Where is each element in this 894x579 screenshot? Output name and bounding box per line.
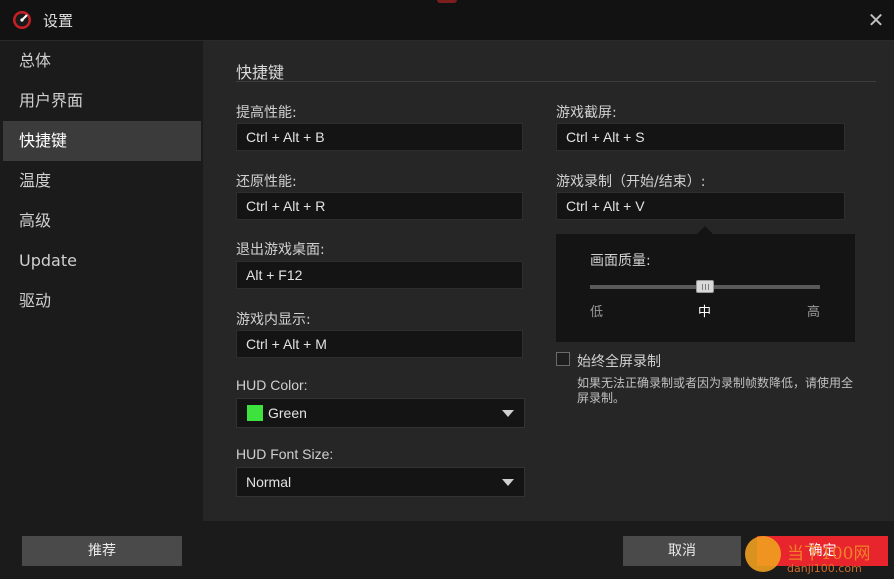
chevron-down-icon — [502, 410, 514, 417]
hotkeys-panel: 快捷键 提高性能: Ctrl + Alt + B 还原性能: Ctrl + Al… — [203, 41, 894, 521]
sidebar-item-temperature[interactable]: 温度 — [3, 161, 201, 201]
title-accent — [437, 0, 457, 3]
footer-bar: 推荐 取消 确定 — [0, 521, 894, 579]
section-divider — [236, 81, 876, 82]
exit-desktop-hotkey-input[interactable]: Alt + F12 — [236, 261, 523, 289]
sidebar-item-general[interactable]: 总体 — [3, 41, 201, 81]
record-hotkey-input[interactable]: Ctrl + Alt + V — [556, 192, 845, 220]
hud-font-size-select[interactable]: Normal — [236, 467, 525, 497]
close-icon[interactable]: ✕ — [864, 8, 888, 32]
quality-tick-medium: 中 — [698, 305, 712, 320]
ok-button[interactable]: 确定 — [757, 536, 888, 566]
sidebar-item-user-interface[interactable]: 用户界面 — [3, 81, 201, 121]
speedometer-icon — [13, 11, 31, 29]
record-label: 游戏录制（开始/结束）: — [556, 174, 706, 190]
hud-font-size-label: HUD Font Size: — [236, 446, 334, 462]
hud-color-value: Green — [268, 405, 307, 421]
hud-color-select[interactable]: Green — [236, 398, 525, 428]
exit-desktop-label: 退出游戏桌面: — [236, 242, 325, 258]
screenshot-hotkey-input[interactable]: Ctrl + Alt + S — [556, 123, 845, 151]
sidebar: 总体 用户界面 快捷键 温度 高级 Update 驱动 — [3, 41, 201, 521]
in-game-display-label: 游戏内显示: — [236, 312, 311, 328]
hud-color-label: HUD Color: — [236, 377, 308, 393]
grip-line — [705, 284, 706, 290]
sidebar-item-advanced[interactable]: 高级 — [3, 201, 201, 241]
boost-hotkey-input[interactable]: Ctrl + Alt + B — [236, 123, 523, 151]
chevron-down-icon — [502, 479, 514, 486]
restore-label: 还原性能: — [236, 174, 297, 190]
section-title: 快捷键 — [236, 63, 285, 82]
hud-font-size-value: Normal — [246, 474, 292, 490]
title-bar: 设置 ✕ — [0, 0, 894, 41]
cancel-button[interactable]: 取消 — [623, 536, 741, 566]
popover-notch — [697, 226, 713, 234]
sidebar-item-driver[interactable]: 驱动 — [3, 281, 201, 321]
quality-slider-handle[interactable] — [696, 280, 714, 293]
always-fullscreen-checkbox[interactable] — [556, 352, 570, 366]
restore-hotkey-input[interactable]: Ctrl + Alt + R — [236, 192, 523, 220]
in-game-display-hotkey-input[interactable]: Ctrl + Alt + M — [236, 330, 523, 358]
quality-panel: 画面质量: 低 中 高 — [556, 234, 855, 342]
boost-label: 提高性能: — [236, 105, 297, 121]
recommend-button[interactable]: 推荐 — [22, 536, 182, 566]
screenshot-label: 游戏截屏: — [556, 105, 617, 121]
grip-line — [708, 284, 709, 290]
grip-line — [702, 284, 703, 290]
quality-label: 画面质量: — [590, 253, 651, 269]
sidebar-item-hotkeys[interactable]: 快捷键 — [3, 121, 201, 161]
quality-tick-low: 低 — [590, 305, 604, 320]
always-fullscreen-label[interactable]: 始终全屏录制 — [577, 351, 661, 371]
settings-window: 设置 ✕ 总体 用户界面 快捷键 温度 高级 Update 驱动 快捷键 提高性… — [0, 0, 894, 579]
fullscreen-hint: 如果无法正确录制或者因为录制帧数降低，请使用全屏录制。 — [577, 376, 854, 405]
quality-tick-high: 高 — [807, 305, 821, 320]
window-title: 设置 — [43, 12, 74, 30]
color-swatch — [247, 405, 263, 421]
sidebar-item-update[interactable]: Update — [3, 241, 201, 281]
